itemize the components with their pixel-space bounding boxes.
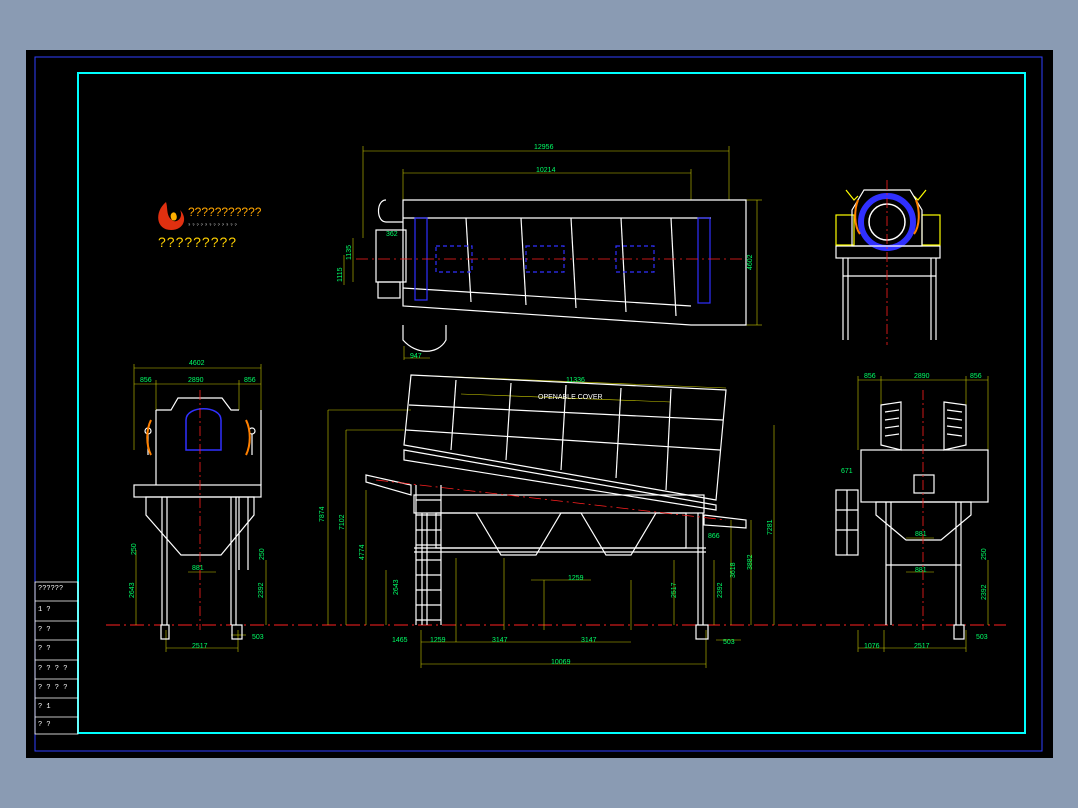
dim-label: 1115 [337, 267, 344, 282]
dim-label: 1259 [568, 575, 584, 582]
drawing-sheet: ?????? 1 ? ? ? ? ? ? ? ? ? ? ? ? ? ? 1 ?… [26, 50, 1053, 758]
dim-label: 10214 [536, 167, 556, 174]
dim-label: 2392 [981, 584, 988, 600]
dim-label: 947 [410, 353, 422, 360]
title-block-row: ? ? [38, 626, 51, 634]
dim-label: 7874 [319, 506, 326, 522]
dim-label: 2517 [914, 643, 930, 650]
dim-label: 2517 [671, 582, 678, 598]
title-block-row: ?????? [38, 585, 63, 593]
dim-label: 7102 [339, 514, 346, 530]
dim-label: 1076 [864, 643, 880, 650]
dim-label: 3618 [730, 562, 737, 578]
dim-label: 2643 [129, 582, 136, 598]
dim-label: 3147 [581, 637, 597, 644]
dim-label: 2517 [192, 643, 208, 650]
logo-title: ??????????? [188, 205, 262, 219]
dim-label: 881 [915, 531, 927, 538]
dim-label: 362 [386, 231, 398, 238]
dim-label: 2890 [914, 373, 930, 380]
title-block-row: ? ? [38, 645, 51, 653]
dim-label: 856 [140, 377, 152, 384]
dim-label: 671 [841, 468, 853, 475]
dim-label: 2392 [717, 582, 724, 598]
dim-label: 1135 [346, 245, 353, 260]
dim-label: 1259 [430, 637, 446, 644]
dim-label: 503 [976, 634, 988, 641]
front-view: 11336 7874 7102 4774 2643 1465 1259 3147… [319, 374, 775, 668]
openable-cover-label: OPENABLE COVER [538, 394, 603, 401]
dim-label: 856 [970, 373, 982, 380]
title-block [34, 581, 79, 735]
title-block-text: ?????? 1 ? ? ? ? ? ? ? ? ? ? ? ? ? ? 1 ?… [38, 585, 67, 729]
logo-subtitle: ????????? [158, 234, 237, 250]
dim-label: 503 [723, 639, 735, 646]
cad-drawing: ?????? 1 ? ? ? ? ? ? ? ? ? ? ? ? ? ? 1 ?… [34, 56, 1043, 752]
dim-label: 3882 [747, 554, 754, 570]
dim-label: 2643 [393, 579, 400, 595]
flame-core-icon [170, 212, 177, 221]
logo-tagline: ???????????? [188, 222, 239, 227]
title-block-row: 1 ? [38, 606, 51, 614]
dim-label: 1465 [392, 637, 408, 644]
title-block-row: ? ? ? ? [38, 665, 67, 673]
title-block-row: ? 1 [38, 703, 51, 711]
left-side-view: 4602 856 2890 856 881 2643 2392 2517 503… [129, 360, 267, 652]
dim-label: 12956 [534, 144, 554, 151]
dim-label: 4602 [747, 254, 754, 270]
dim-label: 2392 [258, 582, 265, 598]
dim-label: 503 [252, 634, 264, 641]
dim-label: 250 [259, 548, 266, 560]
dim-label: 881 [192, 565, 204, 572]
company-logo: ??????????? ???????????? ????????? [158, 202, 262, 250]
dim-label: 2890 [188, 377, 204, 384]
dim-label: 10069 [551, 659, 571, 666]
dim-label: 3147 [492, 637, 508, 644]
dim-label: 881 [915, 567, 927, 574]
end-view-top [835, 180, 941, 345]
plan-view: 12956 10214 4602 1115 1135 362 947 [337, 144, 762, 360]
title-block-row: ? ? [38, 721, 51, 729]
right-side-view: 856 2890 856 671 881 881 2392 1076 2517 … [835, 373, 989, 652]
dim-label: 4602 [189, 360, 205, 367]
dim-label: 4774 [359, 544, 366, 560]
dim-label: 856 [244, 377, 256, 384]
dim-label: 7281 [767, 519, 774, 535]
title-block-row: ? ? ? ? [38, 684, 67, 692]
dim-label: 250 [131, 543, 138, 555]
dim-label: 250 [981, 548, 988, 560]
dim-label: 856 [864, 373, 876, 380]
dim-label: 866 [708, 533, 720, 540]
